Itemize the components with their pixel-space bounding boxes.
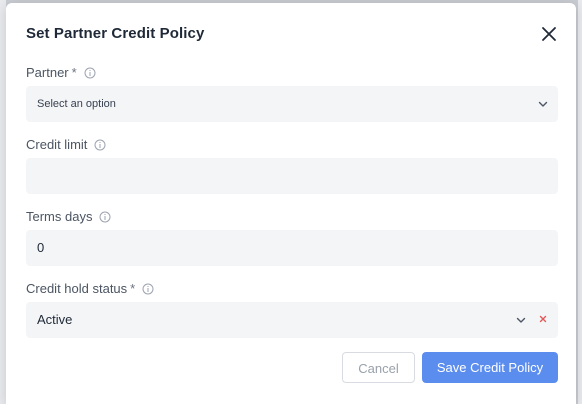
chevron-down-icon[interactable] <box>515 314 527 326</box>
clear-icon[interactable] <box>537 313 549 325</box>
dialog-title: Set Partner Credit Policy <box>26 25 205 42</box>
info-icon[interactable] <box>94 139 106 151</box>
terms-days-value: 0 <box>37 240 45 255</box>
cancel-button[interactable]: Cancel <box>342 352 415 383</box>
required-mark: * <box>130 281 136 296</box>
credit-hold-status-label-text: Credit hold status <box>26 281 128 296</box>
partner-label: Partner * <box>26 65 96 80</box>
credit-policy-dialog: Set Partner Credit Policy Partner * Sele… <box>6 3 576 404</box>
credit-limit-input[interactable] <box>26 158 558 194</box>
close-icon <box>542 27 556 41</box>
close-button[interactable] <box>538 23 560 45</box>
terms-days-label-text: Terms days <box>26 209 93 224</box>
partner-label-text: Partner <box>26 65 69 80</box>
info-icon[interactable] <box>99 211 111 223</box>
save-credit-policy-button[interactable]: Save Credit Policy <box>422 352 558 383</box>
chevron-down-icon <box>538 101 548 107</box>
required-mark: * <box>71 65 77 80</box>
partner-select[interactable]: Select an option <box>26 86 558 122</box>
info-icon[interactable] <box>84 67 96 79</box>
partner-select-placeholder: Select an option <box>37 98 116 110</box>
credit-hold-status-select[interactable]: Active <box>26 302 558 338</box>
terms-days-input[interactable]: 0 <box>26 230 558 266</box>
background-app-right <box>578 0 582 404</box>
credit-hold-status-label: Credit hold status * <box>26 281 154 296</box>
credit-hold-status-value: Active <box>37 312 73 327</box>
terms-days-label: Terms days <box>26 209 111 224</box>
credit-limit-label: Credit limit <box>26 137 106 152</box>
info-icon[interactable] <box>142 283 154 295</box>
credit-limit-label-text: Credit limit <box>26 137 88 152</box>
